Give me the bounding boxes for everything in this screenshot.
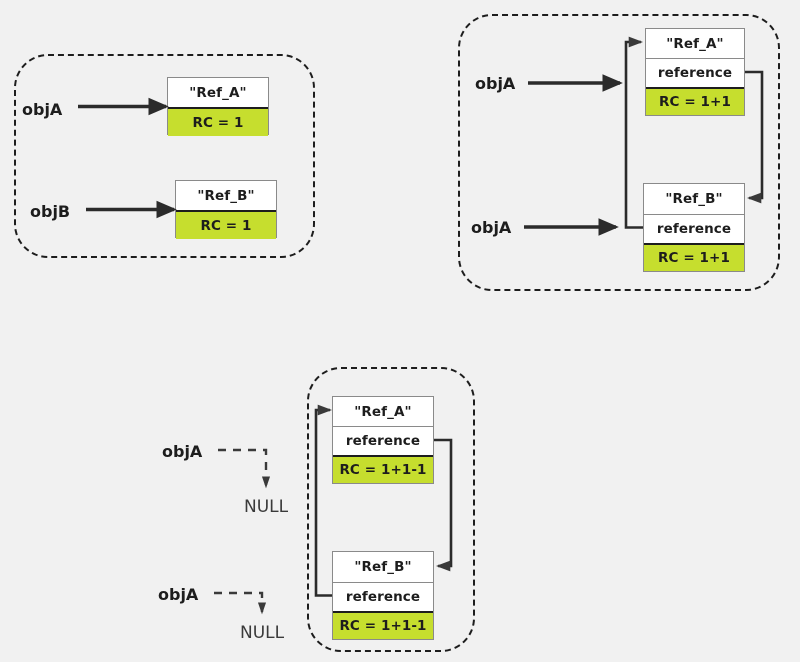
connector-refB-reference-to-refA-p3 xyxy=(314,404,333,597)
connector-refA-reference-to-refB-p3 xyxy=(434,438,453,572)
connector-refA-reference-to-refB-p2 xyxy=(745,70,764,204)
arrow-objA-to-null-p3-bottom xyxy=(214,591,267,615)
connector-layer xyxy=(78,36,764,615)
arrow-objA-to-null-p3-top xyxy=(218,448,271,489)
diagram-canvas: objA objB "Ref_A" RC = 1 "Ref_B" RC = 1 … xyxy=(0,0,800,662)
connector-refB-reference-to-refA-p2 xyxy=(624,36,644,229)
